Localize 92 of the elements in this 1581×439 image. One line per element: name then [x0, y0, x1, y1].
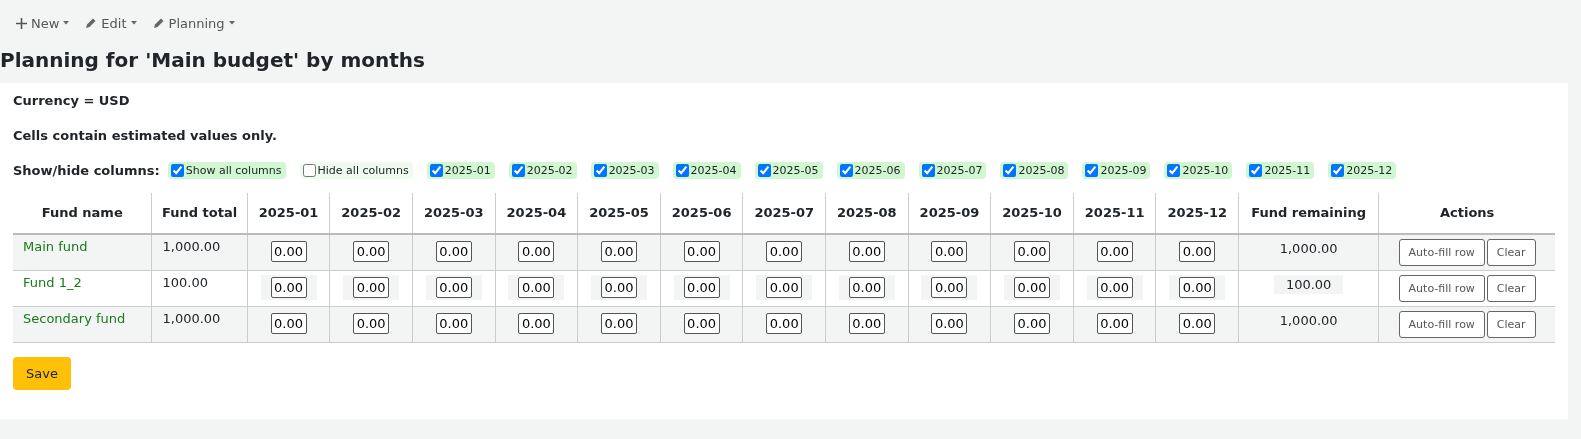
amount-input[interactable]: 0.00: [766, 313, 803, 334]
table-cell: 100.00: [1285, 277, 1332, 292]
amount-input[interactable]: 0.00: [601, 277, 637, 298]
column-checkbox[interactable]: [302, 164, 316, 177]
amount-input[interactable]: 0.00: [931, 277, 968, 298]
toolbar-menu-button[interactable]: Edit: [79, 8, 143, 38]
column-checkbox[interactable]: [1167, 164, 1181, 177]
pencil-icon: [152, 17, 165, 29]
caret-icon: [228, 21, 235, 25]
column-checkbox[interactable]: [1249, 164, 1263, 177]
row-action-button[interactable]: Auto-fill row: [1398, 311, 1485, 338]
amount-input[interactable]: 0.00: [1014, 277, 1051, 298]
table-cell: 100.00: [162, 275, 208, 290]
table-cell: 1,000.00: [162, 239, 221, 254]
save-button[interactable]: Save: [13, 357, 71, 390]
toolbar-menu-button[interactable]: Planning: [146, 8, 241, 38]
amount-input[interactable]: 0.00: [353, 313, 390, 334]
currency-text: Currency = USD: [13, 93, 131, 108]
row-action-button[interactable]: Clear: [1486, 239, 1536, 266]
checkbox-label: 2025-04: [690, 164, 737, 177]
pencil-icon: [85, 17, 98, 29]
checkbox-label: 2025-06: [854, 164, 901, 177]
amount-input[interactable]: 0.00: [435, 313, 472, 334]
amount-input[interactable]: 0.00: [601, 313, 637, 334]
checkbox-label: 2025-11: [1264, 164, 1311, 177]
amount-input[interactable]: 0.00: [1096, 277, 1133, 298]
show-hide-label: Show/hide columns:: [13, 163, 160, 178]
fund-link[interactable]: Main fund: [23, 239, 88, 254]
checkbox-label: 2025-03: [608, 164, 655, 177]
column-checkbox[interactable]: [921, 164, 935, 177]
toolbar-menu-button[interactable]: New: [10, 8, 76, 38]
amount-input[interactable]: 0.00: [683, 241, 720, 262]
table-cell: 1,000.00: [1279, 241, 1338, 256]
amount-input[interactable]: 0.00: [683, 277, 720, 298]
amount-input[interactable]: 0.00: [518, 313, 555, 334]
amount-input[interactable]: 0.00: [1014, 241, 1051, 262]
amount-input[interactable]: 0.00: [518, 241, 555, 262]
amount-input[interactable]: 0.00: [1179, 277, 1216, 298]
table-cell: 1,000.00: [1279, 313, 1338, 328]
column-checkbox[interactable]: [1331, 164, 1345, 177]
column-checkbox[interactable]: [1003, 164, 1017, 177]
amount-input[interactable]: 0.00: [848, 277, 885, 298]
row-action-button[interactable]: Auto-fill row: [1398, 239, 1485, 266]
column-checkbox[interactable]: [429, 164, 443, 177]
checkbox-label: 2025-09: [1100, 164, 1147, 177]
row-action-button[interactable]: Clear: [1486, 311, 1536, 338]
plus-icon: [16, 17, 27, 29]
column-checkbox[interactable]: [675, 164, 689, 177]
caret-icon: [63, 21, 70, 25]
checkbox-label: 2025-05: [772, 164, 819, 177]
row-action-button[interactable]: Clear: [1486, 275, 1536, 302]
amount-input[interactable]: 0.00: [1096, 241, 1133, 262]
checkbox-label: 2025-08: [1018, 164, 1065, 177]
amount-input[interactable]: 0.00: [683, 313, 720, 334]
checkbox-label: 2025-10: [1182, 164, 1229, 177]
amount-input[interactable]: 0.00: [353, 241, 390, 262]
note-text: Cells contain estimated values only.: [13, 128, 278, 143]
amount-input[interactable]: 0.00: [931, 241, 968, 262]
amount-input[interactable]: 0.00: [766, 241, 803, 262]
amount-input[interactable]: 0.00: [435, 277, 472, 298]
caret-icon: [130, 21, 137, 25]
amount-input[interactable]: 0.00: [1179, 313, 1216, 334]
checkbox-label: 2025-02: [526, 164, 573, 177]
checkbox-label: Hide all columns: [317, 164, 409, 177]
page-title: Planning for 'Main budget' by months: [0, 47, 426, 74]
amount-input[interactable]: 0.00: [353, 277, 390, 298]
amount-input[interactable]: 0.00: [1014, 313, 1051, 334]
amount-input[interactable]: 0.00: [270, 241, 307, 262]
amount-input[interactable]: 0.00: [270, 277, 307, 298]
row-action-button[interactable]: Auto-fill row: [1398, 275, 1485, 302]
amount-input[interactable]: 0.00: [270, 313, 307, 334]
fund-link[interactable]: Fund 1_2: [23, 275, 82, 290]
amount-input[interactable]: 0.00: [1096, 313, 1133, 334]
amount-input[interactable]: 0.00: [1179, 241, 1216, 262]
column-checkbox[interactable]: [170, 164, 184, 177]
amount-input[interactable]: 0.00: [931, 313, 968, 334]
amount-input[interactable]: 0.00: [848, 241, 885, 262]
amount-input[interactable]: 0.00: [766, 277, 803, 298]
checkbox-label: 2025-07: [936, 164, 983, 177]
column-checkbox[interactable]: [593, 164, 607, 177]
column-checkbox[interactable]: [511, 164, 525, 177]
amount-input[interactable]: 0.00: [518, 277, 555, 298]
checkbox-label: 2025-12: [1346, 164, 1393, 177]
checkbox-label: 2025-01: [444, 164, 491, 177]
column-checkbox[interactable]: [757, 164, 771, 177]
amount-input[interactable]: 0.00: [601, 241, 637, 262]
column-checkbox[interactable]: [839, 164, 853, 177]
amount-input[interactable]: 0.00: [435, 241, 472, 262]
table-cell: 1,000.00: [162, 311, 221, 326]
column-checkbox[interactable]: [1085, 164, 1099, 177]
checkbox-label: Show all columns: [185, 164, 282, 177]
amount-input[interactable]: 0.00: [848, 313, 885, 334]
